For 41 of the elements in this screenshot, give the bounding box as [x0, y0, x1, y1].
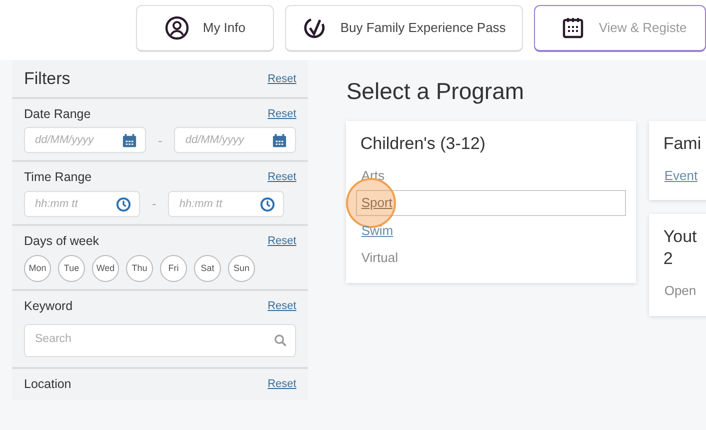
card-title: Yout 2	[663, 226, 698, 270]
program-link[interactable]: Event	[659, 162, 706, 188]
calendar-icon	[272, 132, 288, 148]
day-toggle[interactable]: Sun	[228, 254, 255, 282]
reset-link[interactable]: Reset	[268, 233, 296, 250]
calendar-icon	[122, 132, 137, 148]
filter-label: Time Range	[24, 169, 92, 186]
day-toggle[interactable]: Fri	[160, 254, 187, 282]
nav-tab[interactable]: View & Registe	[534, 5, 706, 52]
card-title: Children's (3-12)	[360, 132, 486, 154]
program-link[interactable]: Open	[659, 278, 706, 304]
range-separator: -	[158, 132, 162, 150]
reset-link[interactable]: Reset	[268, 298, 296, 314]
range-separator: -	[152, 195, 156, 214]
day-toggle[interactable]: Thu	[126, 254, 153, 282]
filter-label: Location	[24, 376, 72, 392]
nav-tab[interactable]: Buy Family Experience Pass	[285, 5, 523, 52]
day-toggle[interactable]: Mon	[24, 254, 51, 282]
search-icon	[274, 334, 288, 346]
card-title: Fami	[663, 132, 702, 154]
filter-label: Date Range	[24, 106, 91, 123]
reset-link[interactable]: Reset	[268, 70, 296, 87]
clock-icon	[260, 196, 276, 212]
day-toggle[interactable]: Sat	[194, 254, 221, 282]
calendar-icon	[560, 16, 585, 40]
program-link[interactable]: Virtual	[356, 245, 626, 271]
page-title: Select a Program	[346, 77, 524, 106]
reset-link[interactable]: Reset	[268, 376, 296, 392]
program-link[interactable]: Swim	[356, 218, 626, 244]
day-toggle[interactable]: Wed	[92, 254, 119, 282]
program-link[interactable]: Sport	[356, 190, 626, 216]
filters-title: Filters	[24, 68, 70, 90]
filter-label: Days of week	[24, 233, 100, 250]
person-icon	[164, 16, 189, 40]
reset-link[interactable]: Reset	[268, 169, 296, 186]
check-circle-icon	[302, 16, 326, 40]
filter-label: Keyword	[24, 298, 73, 315]
day-toggle[interactable]: Tue	[58, 254, 85, 282]
reset-link[interactable]: Reset	[268, 106, 296, 122]
clock-icon	[116, 196, 131, 212]
nav-tab[interactable]: My Info	[136, 5, 274, 52]
